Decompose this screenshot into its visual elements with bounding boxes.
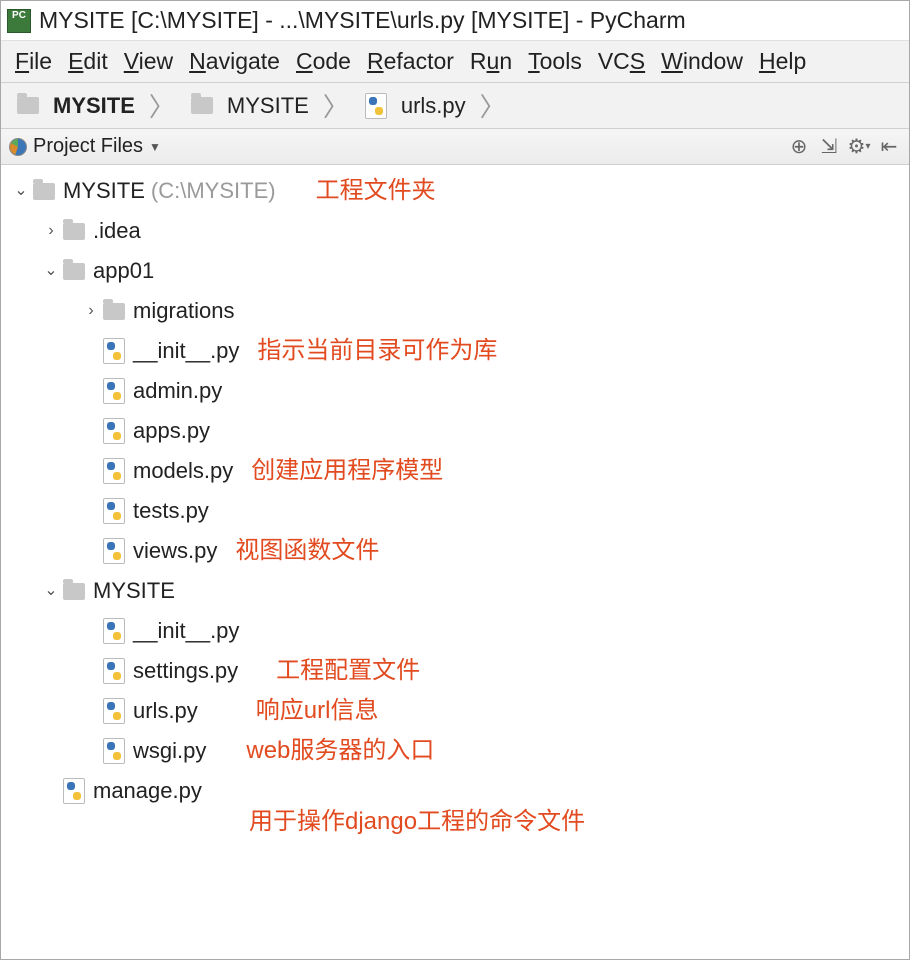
breadcrumb-root[interactable]: MYSITE 〉 (9, 87, 183, 124)
menu-refactor[interactable]: Refactor (367, 48, 454, 75)
tree-item-label: wsgi.py (133, 731, 206, 771)
menu-navigate[interactable]: Navigate (189, 48, 280, 75)
menu-code[interactable]: Code (296, 48, 351, 75)
folder-icon (63, 223, 85, 240)
folder-icon (33, 183, 55, 200)
window-title: MYSITE [C:\MYSITE] - ...\MYSITE\urls.py … (39, 7, 686, 34)
tree-root[interactable]: ⌄ MYSITE (C:\MYSITE) 工程文件夹 (1, 171, 909, 211)
python-file-icon (103, 698, 125, 724)
collapse-all-icon[interactable]: ⇲ (817, 135, 841, 159)
tree-item-wsgi[interactable]: · wsgi.py web服务器的入口 (1, 731, 909, 771)
tree-root-path: (C:\MYSITE) (145, 171, 276, 211)
tree-item-app-init[interactable]: · __init__.py 指示当前目录可作为库 (1, 331, 909, 371)
project-tree: ⌄ MYSITE (C:\MYSITE) 工程文件夹 › .idea ⌄ app… (1, 165, 909, 959)
menu-run[interactable]: Run (470, 48, 512, 75)
tree-item-label: MYSITE (93, 571, 175, 611)
tree-item-label: admin.py (133, 371, 222, 411)
tree-item-idea[interactable]: › .idea (1, 211, 909, 251)
expand-toggle-icon[interactable]: ⌄ (11, 171, 31, 211)
tree-item-urls[interactable]: · urls.py 响应url信息 (1, 691, 909, 731)
breadcrumb: MYSITE 〉 MYSITE 〉 urls.py 〉 (1, 83, 909, 129)
annotation-wsgi: web服务器的入口 (206, 731, 434, 771)
annotation-init: 指示当前目录可作为库 (239, 331, 497, 371)
gear-icon[interactable]: ⚙▾ (847, 135, 871, 159)
expand-toggle-icon[interactable]: › (41, 211, 61, 251)
breadcrumb-file-label: urls.py (401, 93, 466, 119)
annotation-project-folder: 工程文件夹 (276, 171, 436, 211)
annotation-settings: 工程配置文件 (238, 651, 420, 691)
annotation-urls: 响应url信息 (198, 691, 379, 731)
tree-item-migrations[interactable]: › migrations (1, 291, 909, 331)
breadcrumb-root-label: MYSITE (53, 93, 135, 119)
tree-item-label: apps.py (133, 411, 210, 451)
menu-edit[interactable]: Edit (68, 48, 108, 75)
chevron-right-icon: 〉 (141, 87, 177, 124)
python-file-icon (63, 778, 85, 804)
breadcrumb-dir[interactable]: MYSITE 〉 (183, 87, 357, 124)
chevron-right-icon: 〉 (315, 87, 351, 124)
folder-icon (17, 97, 39, 114)
pycharm-app-icon (7, 9, 31, 33)
tree-item-label: views.py (133, 531, 217, 571)
tree-item-label: tests.py (133, 491, 209, 531)
tree-item-admin[interactable]: · admin.py (1, 371, 909, 411)
folder-icon (103, 303, 125, 320)
python-file-icon (103, 378, 125, 404)
menu-tools[interactable]: Tools (528, 48, 582, 75)
tree-item-label: models.py (133, 451, 233, 491)
python-file-icon (103, 658, 125, 684)
menu-vcs[interactable]: VCS (598, 48, 645, 75)
python-file-icon (103, 738, 125, 764)
tree-item-label: settings.py (133, 651, 238, 691)
tree-item-label: app01 (93, 251, 154, 291)
tree-item-mysite-dir[interactable]: ⌄ MYSITE (1, 571, 909, 611)
expand-toggle-icon[interactable]: ⌄ (41, 571, 61, 611)
menu-view[interactable]: View (124, 48, 173, 75)
project-panel-title[interactable]: Project Files (33, 135, 143, 158)
tree-item-app01[interactable]: ⌄ app01 (1, 251, 909, 291)
tree-item-label: __init__.py (133, 331, 239, 371)
tree-item-label: __init__.py (133, 611, 239, 651)
breadcrumb-dir-label: MYSITE (227, 93, 309, 119)
tree-item-views[interactable]: · views.py 视图函数文件 (1, 531, 909, 571)
tree-item-apps[interactable]: · apps.py (1, 411, 909, 451)
tree-item-label: .idea (93, 211, 141, 251)
locate-target-icon[interactable]: ⊕ (787, 135, 811, 159)
project-scope-icon (9, 138, 27, 156)
annotation-manage: 用于操作django工程的命令文件 (249, 801, 585, 836)
annotation-models: 创建应用程序模型 (233, 451, 443, 491)
python-file-icon (103, 458, 125, 484)
chevron-down-icon[interactable]: ▼ (149, 140, 161, 154)
menu-file[interactable]: File (15, 48, 52, 75)
tree-root-label: MYSITE (63, 171, 145, 211)
tree-item-mysite-init[interactable]: · __init__.py (1, 611, 909, 651)
tree-item-label: migrations (133, 291, 234, 331)
annotation-views: 视图函数文件 (217, 531, 379, 571)
tree-item-tests[interactable]: · tests.py (1, 491, 909, 531)
tree-item-models[interactable]: · models.py 创建应用程序模型 (1, 451, 909, 491)
window-titlebar: MYSITE [C:\MYSITE] - ...\MYSITE\urls.py … (1, 1, 909, 41)
chevron-right-icon: 〉 (472, 87, 508, 124)
menu-bar: File Edit View Navigate Code Refactor Ru… (1, 41, 909, 83)
expand-toggle-icon[interactable]: ⌄ (41, 251, 61, 291)
python-file-icon (103, 418, 125, 444)
tree-item-label: manage.py (93, 771, 202, 811)
python-file-icon (103, 618, 125, 644)
tree-item-label: urls.py (133, 691, 198, 731)
tree-item-settings[interactable]: · settings.py 工程配置文件 (1, 651, 909, 691)
folder-icon (191, 97, 213, 114)
python-file-icon (365, 93, 387, 119)
folder-icon (63, 583, 85, 600)
project-panel-header: Project Files ▼ ⊕ ⇲ ⚙▾ ⇤ (1, 129, 909, 165)
python-file-icon (103, 338, 125, 364)
breadcrumb-file[interactable]: urls.py 〉 (357, 87, 514, 124)
hide-panel-icon[interactable]: ⇤ (877, 135, 901, 159)
expand-toggle-icon[interactable]: › (81, 291, 101, 331)
menu-help[interactable]: Help (759, 48, 806, 75)
python-file-icon (103, 498, 125, 524)
python-file-icon (103, 538, 125, 564)
folder-icon (63, 263, 85, 280)
menu-window[interactable]: Window (661, 48, 743, 75)
